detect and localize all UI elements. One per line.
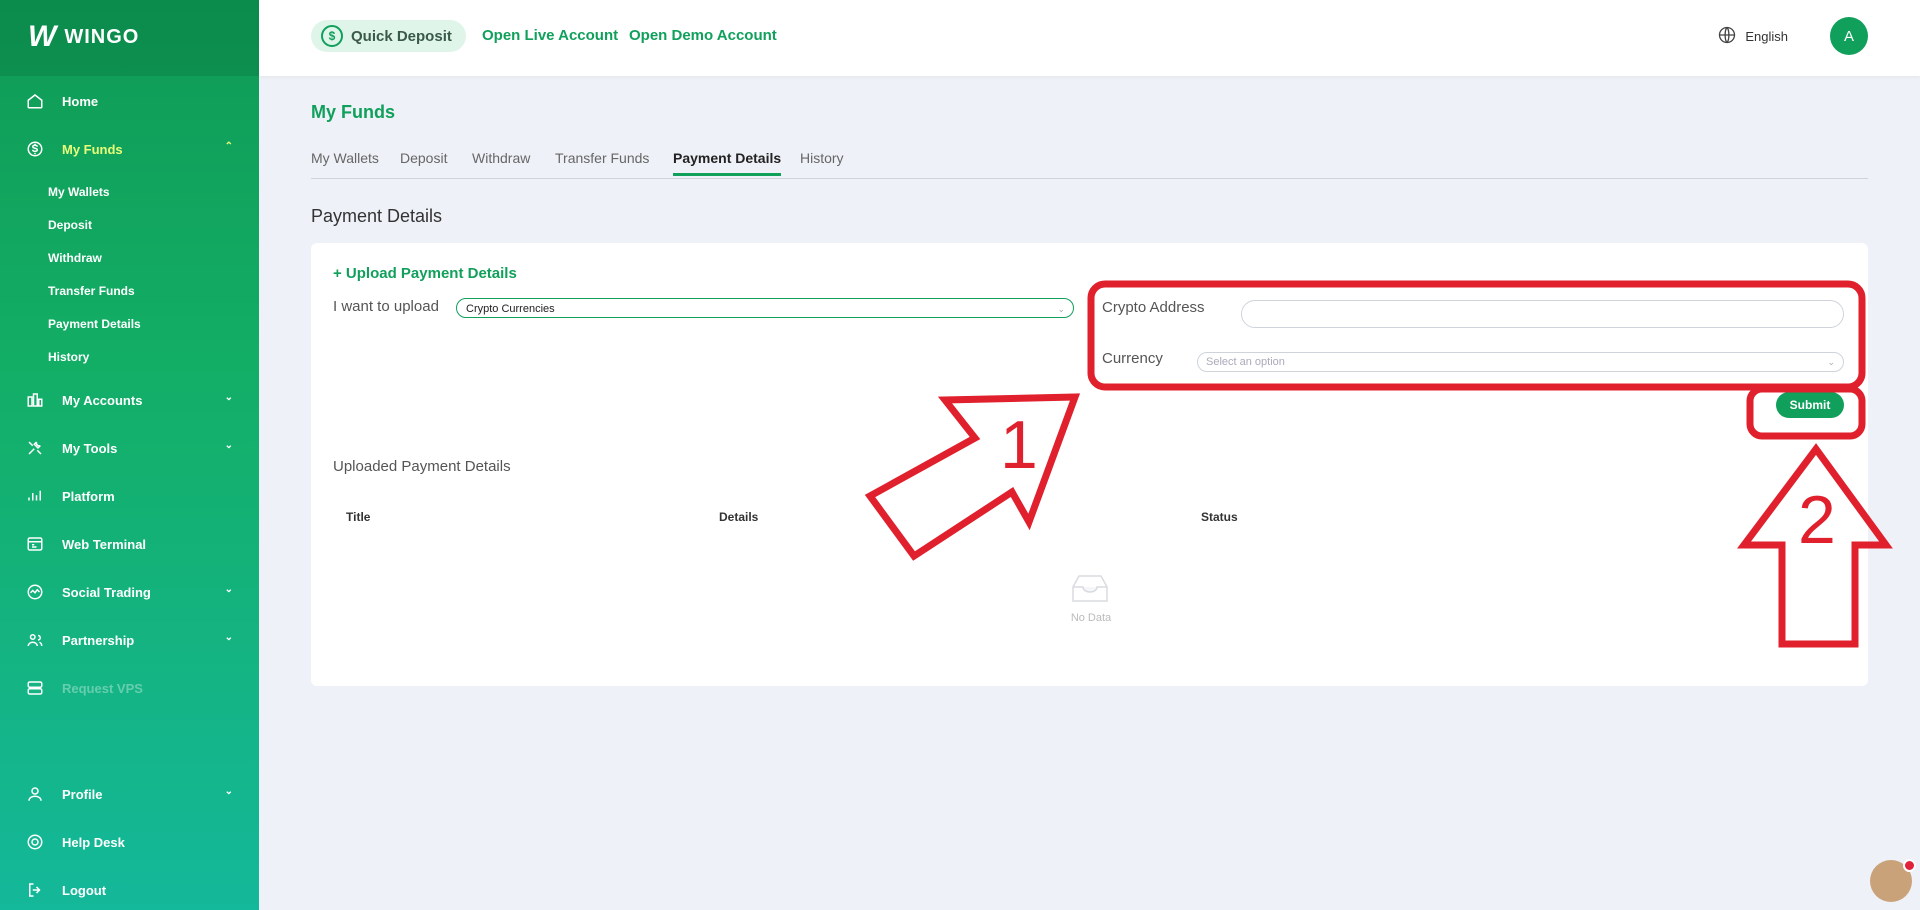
crypto-address-input[interactable]: [1241, 300, 1844, 328]
sidebar-item-label: Request VPS: [62, 680, 143, 696]
sidebar-item-profile[interactable]: Profile ⌄: [0, 774, 259, 814]
sidebar-item-label: Help Desk: [62, 834, 125, 850]
sidebar-item-label: My Accounts: [62, 392, 143, 408]
tab-transfer-funds[interactable]: Transfer Funds: [555, 150, 649, 166]
chevron-down-icon: ⌄: [224, 392, 233, 403]
section-title: Payment Details: [311, 206, 443, 226]
chevron-down-icon: ⌄: [224, 632, 233, 643]
sidebar-item-label: Social Trading: [62, 584, 151, 600]
sidebar-item-web-terminal[interactable]: Web Terminal: [0, 524, 259, 564]
tab-withdraw[interactable]: Withdraw: [472, 150, 530, 166]
logo-mark: W: [28, 20, 56, 53]
sidebar-item-label: My Funds: [62, 141, 123, 157]
sidebar-item-label: Partnership: [62, 632, 135, 648]
globe-icon: [1717, 25, 1737, 48]
chevron-up-icon: ⌃: [224, 141, 233, 152]
sidebar-item-label: My Tools: [62, 440, 118, 456]
sidebar: W WINGO Home My Funds ⌃ My Wallets Depos…: [0, 0, 259, 910]
uploaded-payment-details-title: Uploaded Payment Details: [333, 458, 511, 475]
sidebar-item-home[interactable]: Home: [0, 81, 259, 121]
tab-my-wallets[interactable]: My Wallets: [311, 150, 379, 166]
upload-type-label: I want to upload: [333, 298, 439, 315]
upload-type-select[interactable]: Crypto Currencies ⌄: [456, 298, 1074, 318]
sidebar-sub-transfer-funds[interactable]: Transfer Funds: [48, 284, 135, 298]
upload-payment-details-link[interactable]: + Upload Payment Details: [333, 265, 517, 282]
sidebar-sub-payment-details[interactable]: Payment Details: [48, 317, 141, 331]
sidebar-item-my-accounts[interactable]: My Accounts ⌄: [0, 380, 259, 420]
crypto-address-label: Crypto Address: [1102, 299, 1205, 316]
tab-history[interactable]: History: [800, 150, 844, 166]
dollar-icon: $: [321, 25, 343, 47]
top-bar: $ Quick Deposit Open Live Account Open D…: [259, 0, 1920, 76]
sidebar-item-label: Logout: [62, 882, 107, 898]
table-header-details: Details: [719, 510, 759, 524]
open-live-account-link[interactable]: Open Live Account: [482, 27, 618, 44]
currency-select[interactable]: Select an option ⌄: [1197, 352, 1844, 372]
language-selector[interactable]: English: [1717, 25, 1788, 48]
chevron-down-icon: ⌄: [224, 786, 233, 797]
chevron-down-icon: ⌄: [1827, 357, 1835, 367]
brand-logo[interactable]: W WINGO: [28, 20, 139, 54]
platform-icon: [24, 485, 46, 507]
partnership-icon: [24, 629, 46, 651]
empty-inbox-icon: [1069, 573, 1111, 610]
sidebar-sub-deposit[interactable]: Deposit: [48, 218, 92, 232]
sidebar-item-partnership[interactable]: Partnership ⌄: [0, 620, 259, 660]
chevron-down-icon: ⌄: [1057, 304, 1065, 314]
home-icon: [24, 90, 46, 112]
sidebar-item-label: Profile: [62, 786, 103, 802]
tools-icon: [24, 437, 46, 459]
social-trading-icon: [24, 581, 46, 603]
empty-state-text: No Data: [1070, 612, 1112, 624]
language-label: English: [1745, 29, 1788, 44]
sidebar-item-request-vps[interactable]: Request VPS: [0, 668, 259, 708]
notification-dot: [1903, 859, 1916, 872]
funds-tabs: My Wallets Deposit Withdraw Transfer Fun…: [311, 146, 1868, 179]
user-avatar[interactable]: A: [1830, 17, 1868, 55]
sidebar-sub-my-wallets[interactable]: My Wallets: [48, 185, 110, 199]
sidebar-sub-history[interactable]: History: [48, 350, 89, 364]
quick-deposit-label: Quick Deposit: [351, 27, 452, 45]
sidebar-item-social-trading[interactable]: Social Trading ⌄: [0, 572, 259, 612]
tab-payment-details[interactable]: Payment Details: [673, 150, 782, 176]
sidebar-item-help-desk[interactable]: Help Desk: [0, 822, 259, 862]
server-icon: [24, 677, 46, 699]
submit-button[interactable]: Submit: [1776, 392, 1844, 418]
upload-type-value: Crypto Currencies: [466, 303, 555, 315]
lifebuoy-icon: [24, 831, 46, 853]
sidebar-item-platform[interactable]: Platform: [0, 476, 259, 516]
terminal-icon: [24, 533, 46, 555]
user-icon: [24, 783, 46, 805]
sidebar-item-my-funds[interactable]: My Funds ⌃: [0, 129, 259, 169]
table-header-title: Title: [346, 510, 371, 524]
sidebar-item-label: Web Terminal: [62, 536, 147, 552]
sidebar-item-logout[interactable]: Logout: [0, 870, 259, 910]
sidebar-sub-withdraw[interactable]: Withdraw: [48, 251, 102, 265]
logo-text: WINGO: [64, 25, 140, 48]
open-demo-account-link[interactable]: Open Demo Account: [629, 27, 777, 44]
tab-deposit[interactable]: Deposit: [400, 150, 447, 166]
accounts-icon: [24, 389, 46, 411]
sidebar-item-label: Home: [62, 93, 99, 109]
chevron-down-icon: ⌄: [224, 440, 233, 451]
chevron-down-icon: ⌄: [224, 584, 233, 595]
table-header-status: Status: [1201, 510, 1238, 524]
sidebar-item-my-tools[interactable]: My Tools ⌄: [0, 428, 259, 468]
dollar-circle-icon: [24, 138, 46, 160]
currency-placeholder: Select an option: [1206, 356, 1285, 368]
sidebar-item-label: Platform: [62, 488, 115, 504]
logout-icon: [24, 879, 46, 901]
page-title: My Funds: [311, 102, 395, 122]
payment-details-card: + Upload Payment Details I want to uploa…: [311, 243, 1868, 686]
quick-deposit-button[interactable]: $ Quick Deposit: [311, 20, 466, 52]
currency-label: Currency: [1102, 350, 1163, 367]
